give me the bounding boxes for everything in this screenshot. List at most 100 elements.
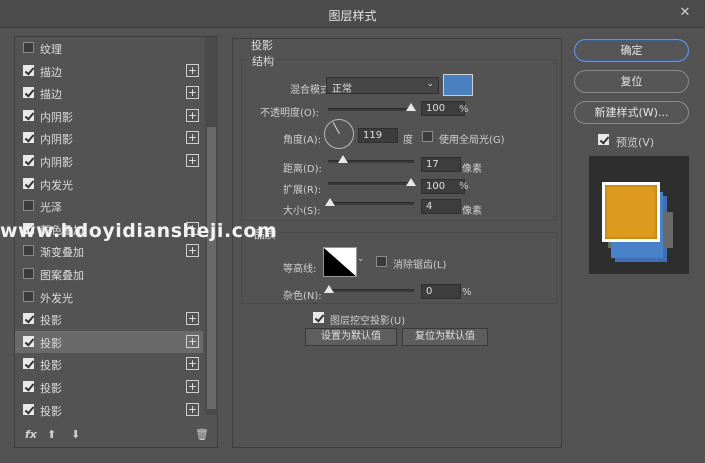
- drop-shadow-panel: 投影 结构 混合模式: 正常 ⌄ 不透明度(O): 100 % 角度(A): 1…: [232, 38, 562, 448]
- move-up-icon[interactable]: ⬆: [47, 428, 56, 441]
- angle-dial[interactable]: [324, 119, 354, 149]
- style-list-item[interactable]: 投影 +: [15, 308, 203, 330]
- add-effect-icon[interactable]: +: [186, 86, 199, 100]
- style-list-item[interactable]: 外发光: [15, 286, 203, 308]
- distance-input[interactable]: 17: [421, 157, 461, 172]
- style-checkbox[interactable]: [23, 42, 34, 53]
- antialias-checkbox[interactable]: [376, 256, 387, 267]
- style-item-label: 渐变叠加: [40, 246, 84, 260]
- style-checkbox[interactable]: [23, 245, 34, 257]
- style-checkbox[interactable]: [23, 403, 34, 415]
- structure-title: 结构: [249, 53, 277, 69]
- add-effect-icon[interactable]: +: [186, 244, 199, 258]
- preview-checkbox[interactable]: [598, 134, 609, 145]
- angle-label: 角度(A):: [283, 135, 322, 146]
- style-checkbox[interactable]: [23, 87, 34, 99]
- noise-input[interactable]: 0: [421, 284, 461, 299]
- blend-mode-select[interactable]: 正常 ⌄: [326, 77, 439, 95]
- shadow-color-swatch[interactable]: [443, 74, 473, 96]
- style-list-item[interactable]: 内阴影 +: [15, 105, 203, 127]
- new-style-button[interactable]: 新建样式(W)...: [574, 101, 689, 124]
- global-light-label: 使用全局光(G): [439, 135, 505, 146]
- spread-slider[interactable]: [328, 182, 414, 185]
- add-effect-icon[interactable]: +: [186, 312, 199, 326]
- angle-unit: 度: [403, 135, 413, 146]
- add-effect-icon[interactable]: +: [186, 334, 199, 348]
- style-list-item[interactable]: 描边 +: [15, 82, 203, 104]
- scrollbar-thumb[interactable]: [207, 127, 216, 409]
- size-unit: 像素: [462, 206, 482, 217]
- add-effect-icon[interactable]: +: [186, 380, 199, 393]
- reset-button[interactable]: 复位: [574, 70, 689, 93]
- style-list-footer: fx ⬆ ⬇ 🗑: [15, 425, 217, 447]
- add-effect-icon[interactable]: +: [186, 402, 199, 416]
- style-list-item[interactable]: 描边 +: [15, 60, 203, 82]
- style-checkbox[interactable]: [23, 132, 34, 144]
- add-effect-icon[interactable]: +: [186, 357, 199, 371]
- contour-picker[interactable]: [323, 247, 357, 277]
- style-preview: [589, 156, 689, 274]
- style-list-item[interactable]: 投影 +: [15, 353, 203, 375]
- style-item-label: 内阴影: [40, 156, 73, 169]
- style-list-item[interactable]: 内阴影 +: [15, 127, 203, 149]
- style-checkbox[interactable]: [23, 381, 34, 392]
- style-list-item[interactable]: 投影 +: [15, 330, 203, 353]
- style-item-label: 光泽: [40, 201, 62, 215]
- style-list-item[interactable]: 光泽: [15, 195, 203, 217]
- style-checkbox[interactable]: [23, 155, 34, 166]
- style-checkbox[interactable]: [23, 177, 34, 189]
- style-item-label: 内发光: [40, 178, 73, 192]
- global-light-checkbox[interactable]: [422, 131, 433, 142]
- style-list-item[interactable]: 内阴影 +: [15, 150, 203, 172]
- style-checkbox[interactable]: [23, 313, 34, 325]
- style-checkbox[interactable]: [23, 200, 34, 212]
- preview-fill: [605, 185, 657, 239]
- antialias-label: 消除锯齿(L): [393, 260, 447, 271]
- opacity-unit: %: [459, 104, 469, 115]
- noise-unit: %: [462, 287, 472, 298]
- style-list-item[interactable]: 投影 +: [15, 376, 203, 398]
- style-item-label: 纹理: [40, 43, 62, 56]
- add-effect-icon[interactable]: +: [186, 131, 199, 145]
- style-list-item[interactable]: 内发光: [15, 173, 203, 195]
- distance-label: 距离(D):: [283, 164, 322, 175]
- reset-default-button[interactable]: 复位为默认值: [402, 328, 488, 346]
- add-effect-icon[interactable]: +: [186, 154, 199, 167]
- style-item-label: 外发光: [40, 291, 73, 305]
- style-list-item[interactable]: 纹理: [15, 37, 203, 59]
- knockout-checkbox[interactable]: [313, 312, 324, 323]
- spread-slider-handle[interactable]: [406, 178, 416, 186]
- size-slider-handle[interactable]: [325, 198, 335, 206]
- noise-slider-handle[interactable]: [324, 285, 334, 293]
- noise-slider[interactable]: [328, 289, 414, 292]
- style-checkbox[interactable]: [23, 290, 34, 302]
- opacity-slider[interactable]: [328, 108, 414, 111]
- style-checkbox[interactable]: [23, 268, 34, 279]
- style-list-item[interactable]: 投影 +: [15, 399, 203, 421]
- style-list-item[interactable]: 图案叠加: [15, 263, 203, 285]
- style-checkbox[interactable]: [23, 64, 34, 76]
- style-checkbox[interactable]: [23, 109, 34, 121]
- trash-icon[interactable]: 🗑: [195, 428, 209, 441]
- distance-slider-handle[interactable]: [338, 155, 348, 163]
- fx-icon[interactable]: fx: [25, 428, 37, 441]
- set-default-button[interactable]: 设置为默认值: [305, 328, 397, 346]
- style-item-label: 投影: [40, 314, 62, 328]
- dialog-title: 图层样式: [328, 9, 377, 23]
- size-input[interactable]: 4: [421, 199, 461, 214]
- style-list-item[interactable]: 渐变叠加 +: [15, 240, 203, 262]
- add-effect-icon[interactable]: +: [186, 108, 199, 122]
- style-item-label: 投影: [40, 404, 62, 418]
- add-effect-icon[interactable]: +: [186, 63, 199, 77]
- style-checkbox[interactable]: [23, 358, 34, 370]
- opacity-slider-handle[interactable]: [406, 103, 416, 111]
- close-icon[interactable]: ✕: [675, 4, 695, 22]
- move-down-icon[interactable]: ⬇: [71, 428, 80, 441]
- style-checkbox[interactable]: [23, 335, 34, 347]
- angle-input[interactable]: 119: [358, 128, 398, 143]
- angle-dial-hand: [332, 122, 340, 134]
- distance-unit: 像素: [462, 164, 482, 175]
- ok-button[interactable]: 确定: [574, 39, 689, 62]
- size-slider[interactable]: [328, 202, 414, 205]
- chevron-down-icon[interactable]: ⌄: [357, 254, 365, 264]
